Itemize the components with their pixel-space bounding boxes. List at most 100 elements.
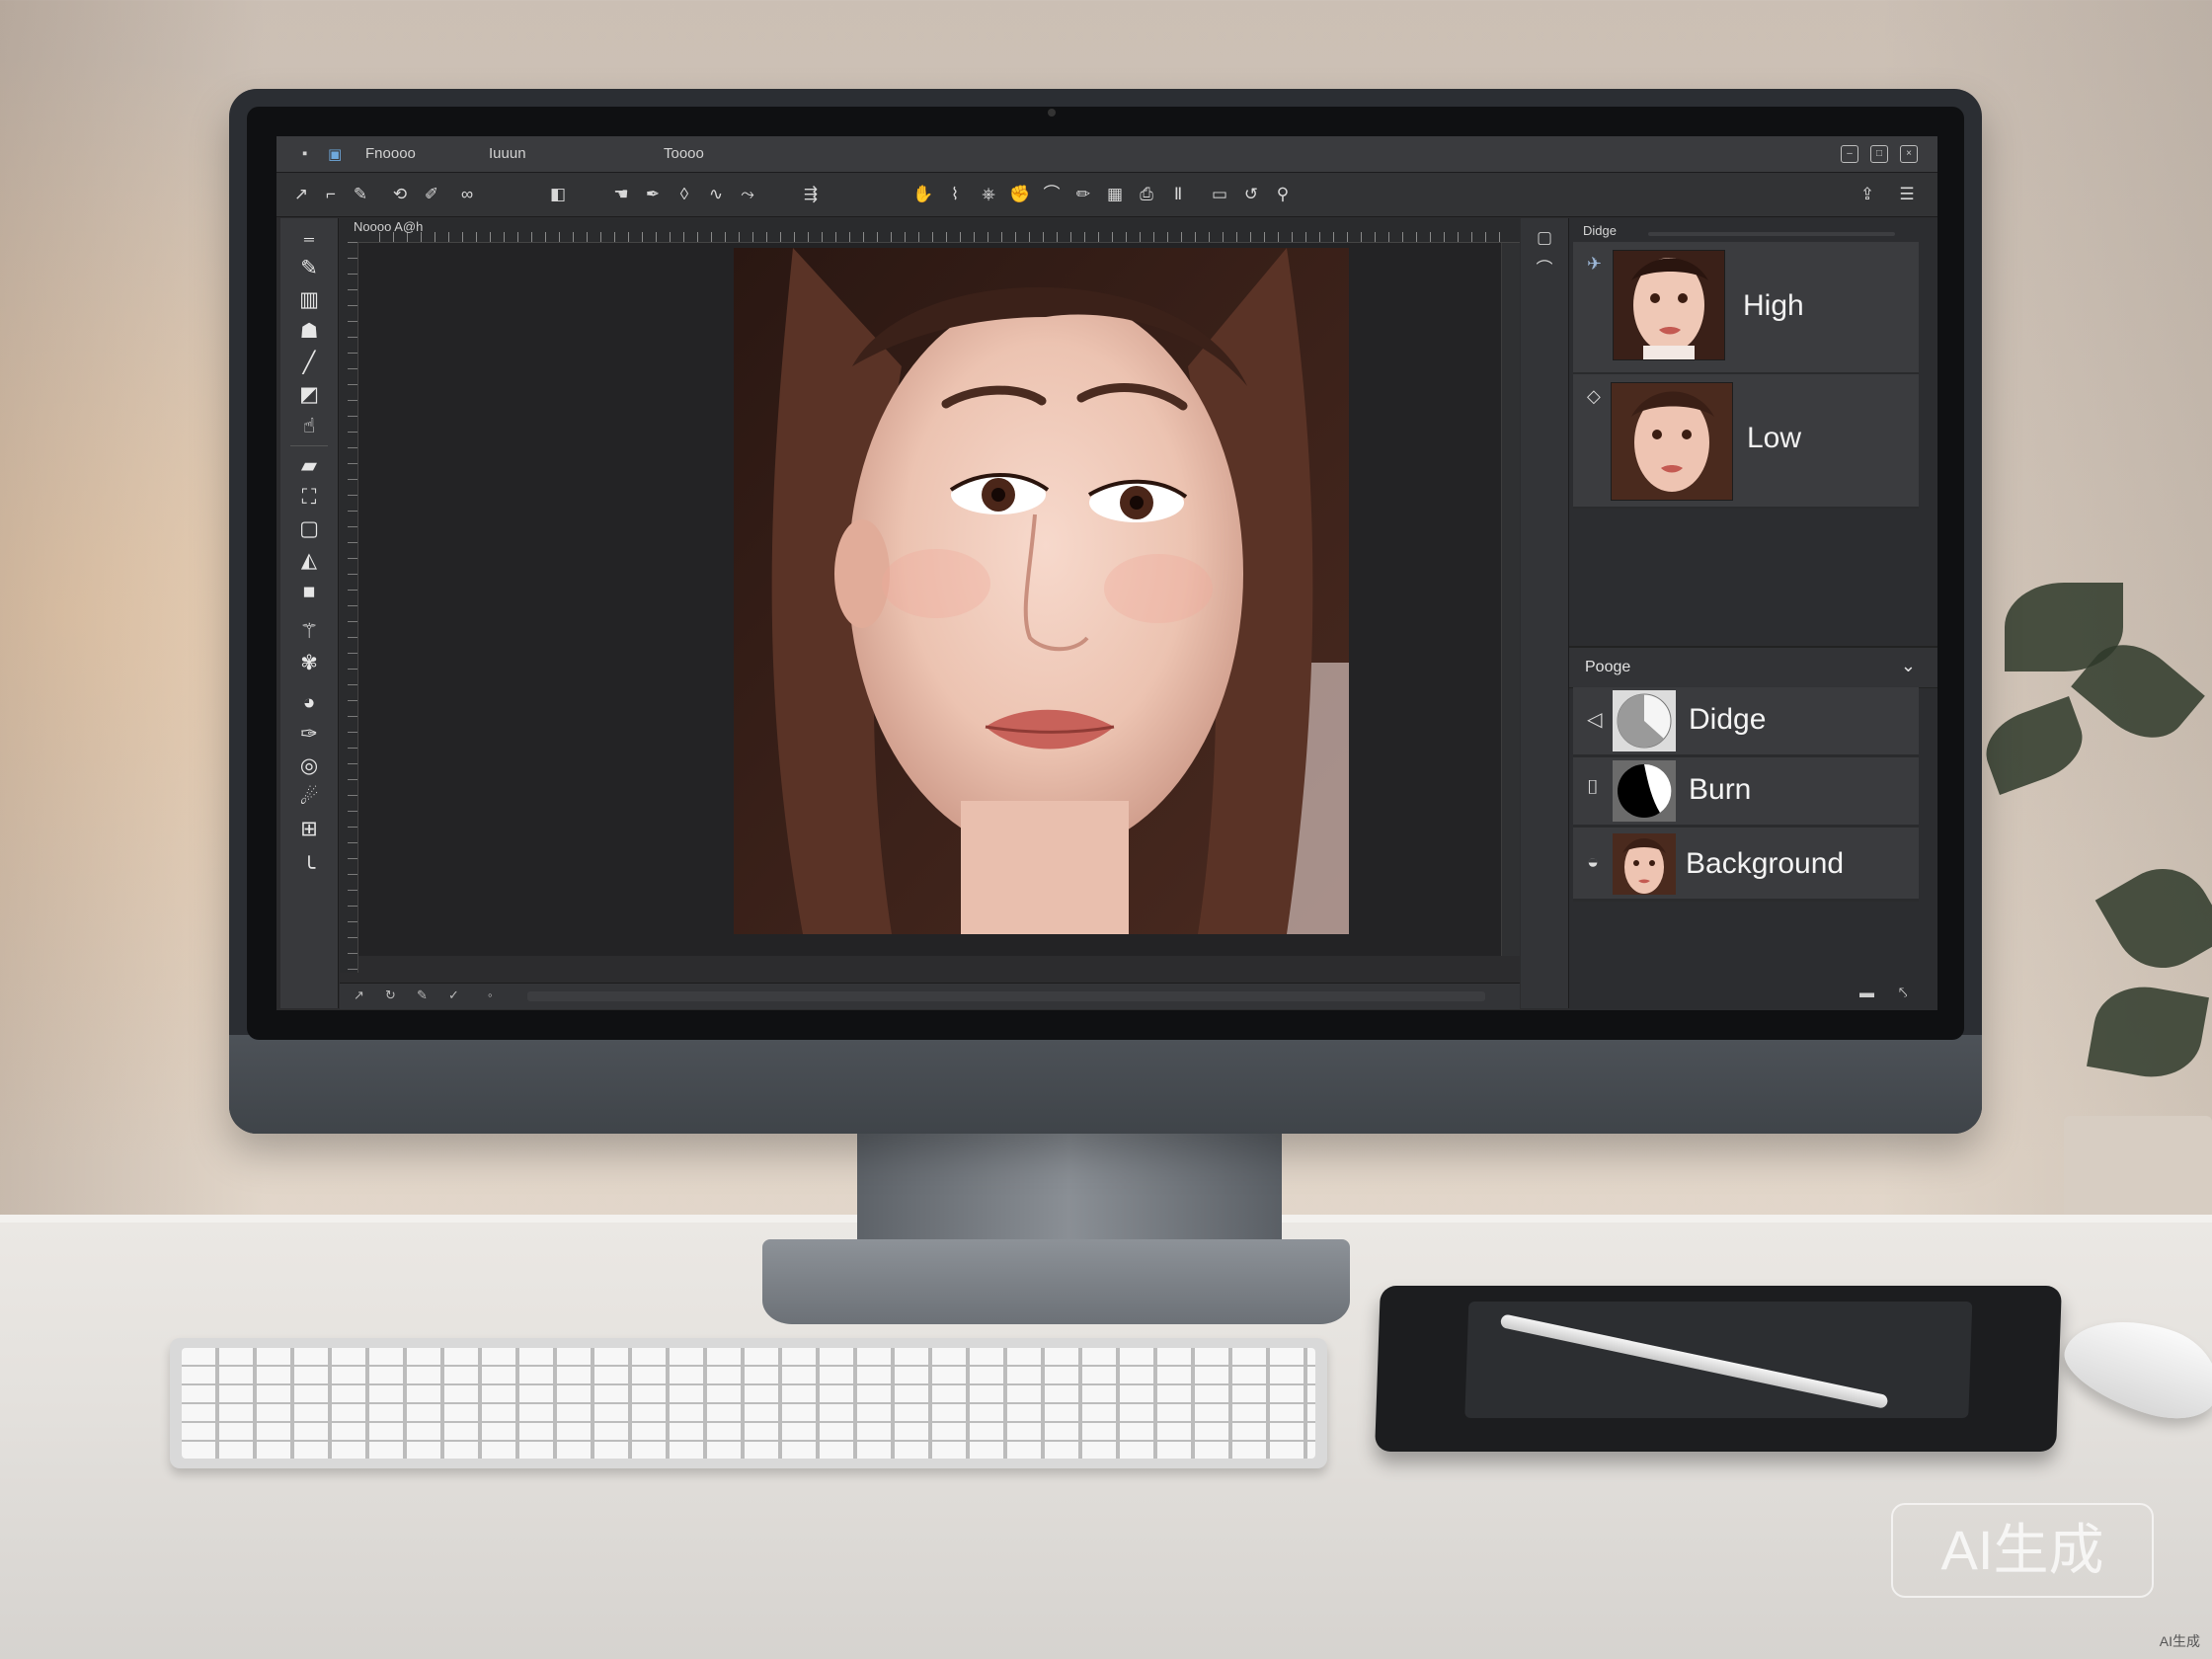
swatch-tool-icon[interactable]: ■ — [294, 580, 324, 605]
dot-icon[interactable]: ◦ — [488, 988, 493, 1002]
rotate-icon[interactable]: ↻ — [385, 988, 396, 1003]
history-item-low[interactable]: ◇ Low — [1573, 374, 1919, 509]
history-label: Low — [1747, 422, 1802, 454]
shape-icon[interactable]: ◊ — [673, 184, 695, 205]
chevron-down-icon[interactable]: ⌄ — [1901, 656, 1916, 676]
align-icon[interactable]: ⇶ — [800, 184, 822, 205]
link-icon[interactable]: ∞ — [456, 184, 478, 205]
crop-tool-icon[interactable]: ⛶ — [294, 485, 324, 511]
shape-tool-icon[interactable]: ◩ — [294, 382, 324, 408]
canvas-area[interactable] — [358, 243, 1519, 956]
layers-panel-title: Pooge — [1585, 659, 1631, 675]
editor-screen: ▪ ▣ Fnoooo Iuuun Toooo – □ × ↗ ⌐ ✎ ⟲ ✐ ∞… — [276, 136, 1937, 1010]
hand-icon[interactable]: ☚ — [610, 184, 632, 205]
toolbox: ═ ✎ ▥ ☗ ╱ ◩ ☝ ▰ ⛶ ▢ ◭ ■ ⚚ ✾ ◕ ✑ ◎ ☄ ⊞ ╰ — [280, 218, 339, 1008]
new-layer-icon[interactable]: ⤣ — [1899, 985, 1907, 1001]
brush-preset-icon[interactable]: ⌒ — [1533, 258, 1556, 281]
burn-tool-icon[interactable]: ◕ — [294, 690, 324, 716]
layers-panel-footer: ▬ ⤣ — [1569, 979, 1937, 1010]
horizontal-scrollbar[interactable] — [527, 991, 1485, 1001]
history-label: High — [1743, 289, 1804, 322]
line-tool-icon[interactable]: ╱ — [294, 351, 324, 376]
app-logo-icon[interactable]: ▣ — [328, 145, 342, 163]
options-bar: ↗ ⌐ ✎ ⟲ ✐ ∞ ◧ ☚ ✒ ◊ ∿ ⤳ ⇶ ✋ ⌇ ⎈ ✊ ⌒ ✏ ▦ … — [276, 173, 1937, 217]
layer-row-background[interactable]: ◒ Background — [1573, 828, 1919, 902]
share-icon[interactable]: ⇪ — [1856, 184, 1878, 205]
wave-icon[interactable]: ∿ — [705, 184, 727, 205]
settings-icon[interactable]: ☰ — [1896, 184, 1918, 205]
lasso-icon: ◇ — [1587, 386, 1601, 406]
menu-item-file[interactable]: Fnoooo — [365, 145, 416, 162]
marquee-tool-icon[interactable]: ▥ — [294, 287, 324, 313]
glove-icon[interactable]: ✊ — [1009, 184, 1031, 205]
layer-visibility-icon[interactable]: ⌷ — [1587, 777, 1599, 800]
app-icon[interactable]: ▪ — [302, 145, 307, 162]
wand-tool-icon[interactable]: ⚚ — [294, 619, 324, 645]
pencil-icon[interactable]: ✏ — [1072, 184, 1094, 205]
portrait-photo[interactable] — [734, 248, 1349, 934]
lasso-option-icon[interactable]: ⟲ — [389, 184, 411, 205]
pen-tool-icon[interactable]: ✑ — [294, 722, 324, 748]
layer-style-icon[interactable]: ▦ — [1104, 184, 1126, 205]
right-panel: Didge ✈ High ◇ Low Pooge ⌄ ◁ Didge ⌷ Bur… — [1569, 218, 1937, 1010]
menu-bar: ▪ ▣ Fnoooo Iuuun Toooo – □ × — [276, 136, 1937, 173]
brush-tool-icon[interactable]: ✎ — [294, 256, 324, 281]
ruler-ticks — [379, 232, 1505, 242]
layer-row-dodge[interactable]: ◁ Didge — [1573, 687, 1919, 757]
panel-toggle-icon[interactable]: ▢ — [1533, 226, 1556, 250]
layer-thumbnail — [1613, 760, 1676, 822]
grid-tool-icon[interactable]: ⊞ — [294, 817, 324, 842]
menu-item-tools[interactable]: Toooo — [664, 145, 704, 162]
layer-visibility-icon[interactable]: ◒ — [1587, 851, 1599, 874]
portrait-thumbnail — [1613, 833, 1676, 895]
document-tab[interactable]: Noooo A@h — [354, 219, 423, 234]
brush-option-icon[interactable]: ✎ — [350, 184, 371, 205]
frame-icon[interactable]: ▭ — [1209, 184, 1230, 205]
layers-panel-header[interactable]: Pooge ⌄ — [1569, 646, 1937, 688]
blur-tool-icon[interactable]: ◎ — [294, 753, 324, 779]
curve-icon[interactable]: ⌒ — [1041, 184, 1063, 205]
pen-status-icon[interactable]: ✎ — [417, 988, 428, 1003]
vertical-scrollbar[interactable] — [1501, 243, 1520, 956]
eyedropper-icon[interactable]: ✐ — [421, 184, 442, 205]
toolbox-divider — [290, 445, 328, 446]
smudge-icon[interactable]: ✋ — [912, 184, 934, 205]
path-icon[interactable]: ⤳ — [737, 184, 758, 205]
height-icon[interactable]: Ⅱ — [1167, 184, 1189, 205]
mask-icon[interactable]: ◧ — [547, 184, 569, 205]
lasso-tool-icon[interactable]: ▢ — [294, 516, 324, 542]
crop-option-icon[interactable]: ⌐ — [320, 184, 342, 205]
person-icon[interactable]: ⚲ — [1272, 184, 1294, 205]
layer-row-burn[interactable]: ⌷ Burn — [1573, 757, 1919, 828]
hand-tool-icon[interactable]: ╰ — [294, 856, 324, 882]
close-icon[interactable]: × — [1900, 145, 1918, 163]
dodge-tool-icon[interactable]: ✾ — [294, 651, 324, 676]
move-tool-icon[interactable]: ↗ — [290, 184, 312, 205]
pen-option-icon[interactable]: ✒ — [642, 184, 664, 205]
eraser-tool-icon[interactable]: ▰ — [294, 453, 324, 479]
dodge-circle-thumbnail — [1617, 693, 1672, 749]
stamp-icon[interactable]: ⎈ — [978, 184, 999, 205]
bucket-tool-icon[interactable]: ◭ — [294, 548, 324, 574]
history-thumbnail — [1613, 250, 1725, 360]
print-icon[interactable]: ⎙ — [1136, 184, 1157, 205]
ruler-ticks — [348, 242, 357, 973]
portrait-thumbnail — [1612, 383, 1732, 500]
keyboard-keys — [182, 1348, 1315, 1459]
heal-icon[interactable]: ⌇ — [944, 184, 966, 205]
arrow-icon[interactable]: ↗ — [354, 988, 364, 1003]
layer-visibility-icon[interactable]: ◁ — [1587, 707, 1602, 732]
history-icon[interactable]: ↺ — [1240, 184, 1262, 205]
clone-tool-icon[interactable]: ☗ — [294, 319, 324, 345]
sponge-tool-icon[interactable]: ☄ — [294, 785, 324, 811]
delete-layer-icon[interactable]: ▬ — [1859, 985, 1874, 1001]
history-panel-title[interactable]: Didge — [1583, 223, 1617, 238]
check-icon[interactable]: ✓ — [448, 988, 459, 1003]
maximize-icon[interactable]: □ — [1870, 145, 1888, 163]
layer-label: Didge — [1689, 703, 1767, 736]
top-ruler — [340, 218, 1520, 243]
history-item-high[interactable]: ✈ High — [1573, 242, 1919, 374]
minimize-icon[interactable]: – — [1841, 145, 1858, 163]
menu-item-edit[interactable]: Iuuun — [489, 145, 526, 162]
smudge-tool-icon[interactable]: ☝ — [294, 414, 324, 439]
